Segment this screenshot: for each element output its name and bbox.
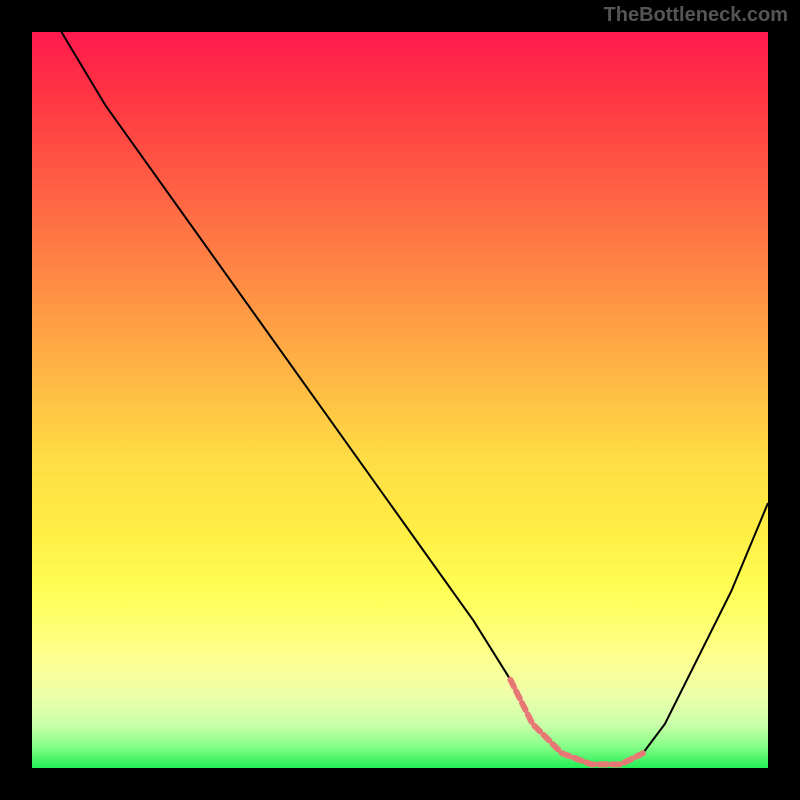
- chart-container: [32, 32, 768, 768]
- chart-svg: [32, 32, 768, 768]
- watermark-text: TheBottleneck.com: [604, 4, 788, 27]
- chart-curve-group: [61, 32, 768, 764]
- highlight-curve: [510, 680, 642, 765]
- main-curve: [61, 32, 768, 764]
